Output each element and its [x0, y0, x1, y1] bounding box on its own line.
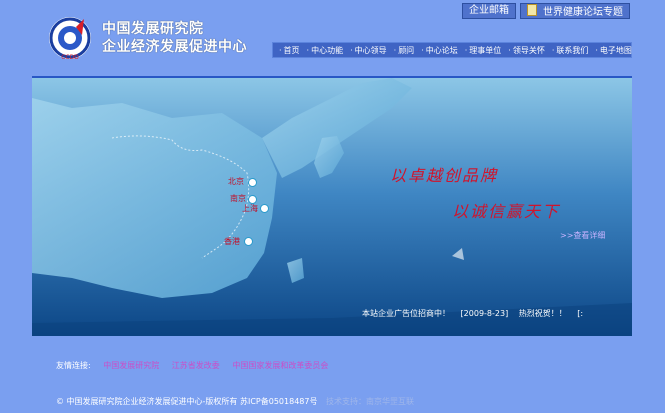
- city-marker-shanghai[interactable]: [260, 204, 269, 213]
- world-health-forum-link[interactable]: 世界健康论坛专题: [520, 3, 630, 19]
- friend-links: 友情连接: 中国发展研究院 江苏省发改委 中国国家发展和改革委员会: [56, 360, 338, 371]
- org-name-line1: 中国发展研究院: [102, 21, 204, 37]
- news-ticker: 本站企业广告位招商中！ [2009-8-23] 热烈祝贺！！ [:: [362, 308, 591, 319]
- top-links: 企业邮箱 世界健康论坛专题: [462, 3, 630, 19]
- city-marker-beijing[interactable]: [248, 178, 257, 187]
- city-label-shanghai: 上海: [242, 204, 258, 213]
- logo-text: CCDD: [61, 54, 79, 61]
- slogan-line1: 以卓越创品牌: [390, 166, 499, 185]
- view-details-link[interactable]: >>查看详细: [560, 230, 605, 241]
- nav-item-care[interactable]: 领导关怀: [508, 45, 545, 56]
- friend-links-label: 友情连接:: [56, 361, 91, 370]
- main-nav: 首页 中心功能 中心领导 顾问 中心论坛 理事单位 领导关怀 联系我们 电子地图: [272, 42, 632, 58]
- footer-copyright: © 中国发展研究院企业经济发展促进中心-版权所有: [56, 397, 238, 406]
- logo-icon[interactable]: CCDD: [46, 15, 94, 61]
- city-marker-hongkong[interactable]: [244, 237, 253, 246]
- ticker-item-2[interactable]: 热烈祝贺！！: [519, 309, 567, 318]
- footer-tech-support[interactable]: 技术支持：南京华罡互联: [326, 397, 414, 406]
- city-label-beijing: 北京: [228, 177, 244, 186]
- city-label-hongkong: 香港: [224, 237, 240, 246]
- nav-item-leaders[interactable]: 中心领导: [350, 45, 387, 56]
- nav-item-functions[interactable]: 中心功能: [307, 45, 343, 56]
- ticker-item-1[interactable]: 本站企业广告位招商中！: [362, 309, 450, 318]
- friend-link-jiangsu-drc[interactable]: 江苏省发改委: [172, 361, 220, 370]
- slogan-line2: 以诚信赢天下: [452, 202, 561, 221]
- nav-item-map[interactable]: 电子地图: [595, 45, 632, 56]
- banner: 北京 南京 上海 香港 以卓越创品牌 以诚信赢天下 >>查看详细 本站企业广告位…: [32, 78, 632, 336]
- footer: © 中国发展研究院企业经济发展促进中心-版权所有 苏ICP备05018487号 …: [56, 396, 414, 407]
- org-name-line2: 企业经济发展促进中心: [102, 39, 247, 55]
- nav-item-forum[interactable]: 中心论坛: [421, 45, 458, 56]
- ticker-date: [2009-8-23]: [460, 309, 509, 318]
- enterprise-mail-link[interactable]: 企业邮箱: [462, 3, 516, 19]
- document-icon: [527, 4, 537, 16]
- world-health-forum-label: 世界健康论坛专题: [543, 7, 623, 18]
- friend-link-ndrc[interactable]: 中国国家发展和改革委员会: [232, 361, 328, 370]
- footer-icp: 苏ICP备05018487号: [239, 397, 318, 406]
- ticker-item-3: [:: [577, 309, 584, 318]
- friend-link-cdrc[interactable]: 中国发展研究院: [103, 361, 159, 370]
- nav-item-advisors[interactable]: 顾问: [394, 45, 414, 56]
- nav-item-council[interactable]: 理事单位: [465, 45, 501, 56]
- org-name: 中国发展研究院 企业经济发展促进中心: [102, 20, 247, 56]
- nav-item-contact[interactable]: 联系我们: [552, 45, 588, 56]
- nav-item-home[interactable]: 首页: [279, 45, 300, 56]
- enterprise-mail-label: 企业邮箱: [469, 5, 509, 16]
